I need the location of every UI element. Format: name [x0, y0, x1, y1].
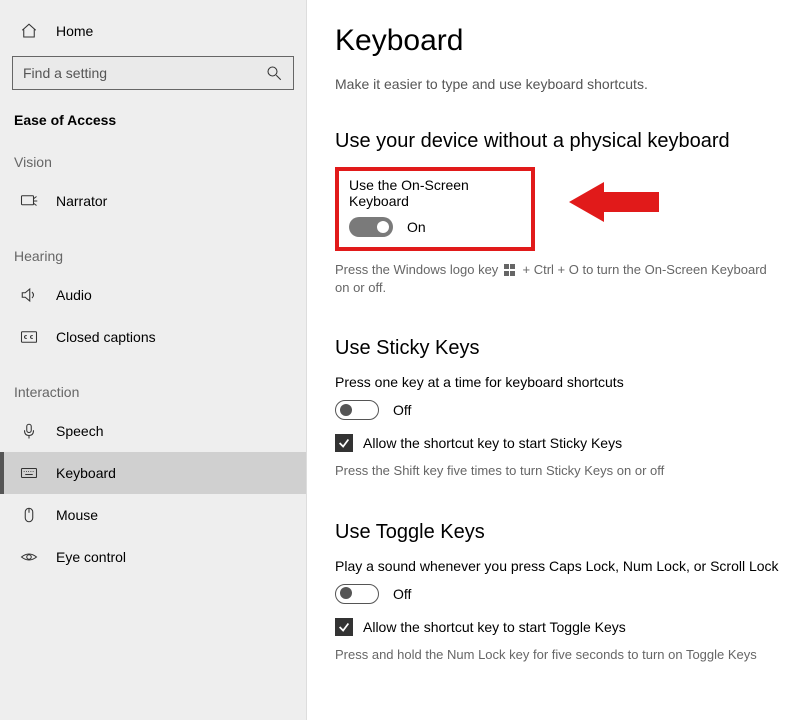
highlighted-setting: Use the On-Screen Keyboard On	[335, 167, 535, 251]
checkbox-checked-icon	[335, 618, 353, 636]
audio-icon	[20, 286, 38, 304]
search-icon	[265, 64, 283, 82]
home-label: Home	[56, 23, 93, 39]
page-title: Keyboard	[335, 24, 780, 58]
sidebar-item-audio[interactable]: Audio	[0, 274, 306, 316]
settings-sidebar: Home Find a setting Ease of Access Visio…	[0, 0, 307, 720]
home-nav[interactable]: Home	[0, 12, 306, 50]
search-input[interactable]: Find a setting	[12, 56, 294, 90]
toggle-keys-section: Use Toggle Keys Play a sound whenever yo…	[335, 521, 780, 664]
sticky-desc: Press one key at a time for keyboard sho…	[335, 374, 780, 390]
checkbox-label: Allow the shortcut key to start Sticky K…	[363, 435, 622, 451]
toggle-switch-off	[335, 584, 379, 604]
onscreen-heading: Use your device without a physical keybo…	[335, 130, 780, 153]
sticky-keys-section: Use Sticky Keys Press one key at a time …	[335, 337, 780, 480]
group-vision-label: Vision	[0, 154, 306, 180]
speech-icon	[20, 422, 38, 440]
checkbox-label: Allow the shortcut key to start Toggle K…	[363, 619, 626, 635]
keyboard-icon	[20, 464, 38, 482]
checkbox-checked-icon	[335, 434, 353, 452]
togglekeys-toggle[interactable]: Off	[335, 584, 780, 604]
nav-label: Eye control	[56, 549, 126, 565]
onscreen-toggle[interactable]: On	[349, 217, 521, 237]
toggle-state: On	[407, 219, 426, 235]
group-interaction-label: Interaction	[0, 384, 306, 410]
callout-arrow-icon	[569, 177, 659, 230]
sticky-shortcut-checkbox[interactable]: Allow the shortcut key to start Sticky K…	[335, 434, 780, 452]
sidebar-item-narrator[interactable]: Narrator	[0, 180, 306, 222]
toggle-switch-off	[335, 400, 379, 420]
sticky-toggle[interactable]: Off	[335, 400, 780, 420]
sidebar-item-closed-captions[interactable]: Closed captions	[0, 316, 306, 358]
nav-label: Narrator	[56, 193, 107, 209]
togglekeys-hint: Press and hold the Num Lock key for five…	[335, 646, 780, 664]
nav-label: Mouse	[56, 507, 98, 523]
onscreen-hint: Press the Windows logo key + Ctrl + O to…	[335, 261, 780, 297]
sidebar-item-mouse[interactable]: Mouse	[0, 494, 306, 536]
nav-label: Closed captions	[56, 329, 156, 345]
home-icon	[20, 22, 38, 40]
page-subtitle: Make it easier to type and use keyboard …	[335, 76, 780, 92]
toggle-state: Off	[393, 586, 411, 602]
onscreen-keyboard-section: Use your device without a physical keybo…	[335, 130, 780, 297]
main-content: Keyboard Make it easier to type and use …	[307, 0, 800, 720]
nav-label: Keyboard	[56, 465, 116, 481]
toggle-state: Off	[393, 402, 411, 418]
windows-key-icon	[504, 264, 517, 277]
onscreen-label: Use the On-Screen Keyboard	[349, 177, 521, 209]
toggle-switch-on	[349, 217, 393, 237]
sticky-hint: Press the Shift key five times to turn S…	[335, 462, 780, 480]
togglekeys-desc: Play a sound whenever you press Caps Loc…	[335, 558, 780, 574]
narrator-icon	[20, 192, 38, 210]
search-placeholder: Find a setting	[23, 65, 107, 81]
captions-icon	[20, 328, 38, 346]
group-hearing-label: Hearing	[0, 248, 306, 274]
nav-label: Audio	[56, 287, 92, 303]
category-title: Ease of Access	[0, 108, 306, 154]
sidebar-item-keyboard[interactable]: Keyboard	[0, 452, 306, 494]
eye-icon	[20, 548, 38, 566]
nav-label: Speech	[56, 423, 103, 439]
sticky-heading: Use Sticky Keys	[335, 337, 780, 360]
togglekeys-shortcut-checkbox[interactable]: Allow the shortcut key to start Toggle K…	[335, 618, 780, 636]
togglekeys-heading: Use Toggle Keys	[335, 521, 780, 544]
sidebar-item-eye-control[interactable]: Eye control	[0, 536, 306, 578]
sidebar-item-speech[interactable]: Speech	[0, 410, 306, 452]
mouse-icon	[20, 506, 38, 524]
